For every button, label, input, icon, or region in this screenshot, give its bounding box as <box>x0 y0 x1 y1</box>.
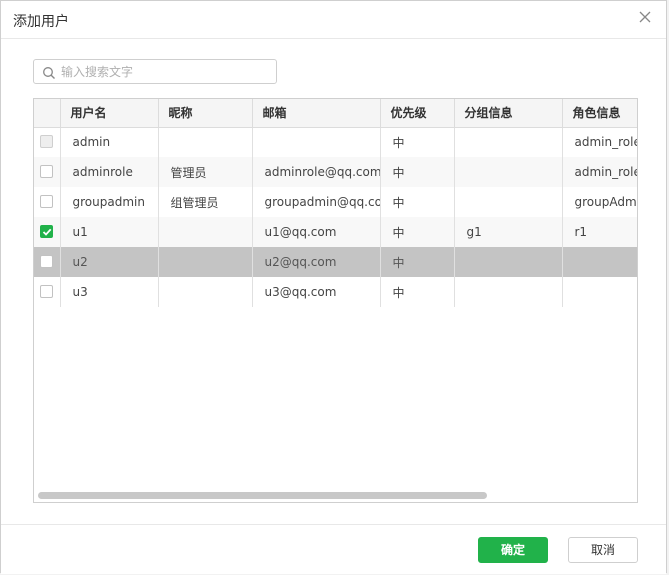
cell-email: adminrole@qq.com <box>252 157 381 187</box>
cell-email: u1@qq.com <box>252 217 381 247</box>
search-box <box>33 59 277 84</box>
cell-priority: 中 <box>380 157 455 187</box>
cell-group <box>454 187 563 217</box>
confirm-button[interactable]: 确定 <box>478 537 548 563</box>
cell-priority: 中 <box>380 277 455 307</box>
row-checkbox-checked[interactable] <box>40 225 54 238</box>
cancel-button[interactable]: 取消 <box>568 537 638 563</box>
column-header-nickname[interactable]: 昵称 <box>158 99 253 128</box>
search-icon <box>42 65 56 79</box>
cell-role <box>562 247 637 277</box>
search-input[interactable] <box>61 62 266 81</box>
table-row-highlighted[interactable]: u2 u2@qq.com 中 <box>34 247 637 277</box>
cell-username: u2 <box>60 247 159 277</box>
table-row[interactable]: admin 中 admin_role <box>34 127 637 157</box>
cell-email <box>252 127 381 157</box>
table-row[interactable]: adminrole 管理员 adminrole@qq.com 中 admin_r… <box>34 157 637 187</box>
cell-username: adminrole <box>60 157 159 187</box>
column-header-group[interactable]: 分组信息 <box>454 99 563 128</box>
row-checkbox[interactable] <box>40 195 54 208</box>
dialog-title: 添加用户 <box>13 14 69 30</box>
cell-priority: 中 <box>380 247 455 277</box>
user-table: 用户名 昵称 邮箱 优先级 分组信息 角色信息 admin 中 admin_ro… <box>33 98 638 503</box>
row-checkbox <box>40 135 54 149</box>
table-header-row: 用户名 昵称 邮箱 优先级 分组信息 角色信息 <box>34 99 637 128</box>
cell-role: admin_role <box>562 157 637 187</box>
cell-username: u3 <box>60 277 159 307</box>
cell-group <box>454 247 563 277</box>
cell-nickname <box>158 277 253 307</box>
row-checkbox[interactable] <box>40 285 54 298</box>
cell-username: u1 <box>60 217 159 247</box>
column-header-priority[interactable]: 优先级 <box>380 99 455 128</box>
row-checkbox[interactable] <box>40 255 54 268</box>
cell-nickname <box>158 247 253 277</box>
cell-role: r1 <box>562 217 637 247</box>
cell-nickname <box>158 127 253 157</box>
dialog-footer: 确定 取消 <box>1 524 666 574</box>
cell-role: groupAdmin_ <box>562 187 637 217</box>
table-row[interactable]: u3 u3@qq.com 中 <box>34 277 637 307</box>
dialog-header: 添加用户 <box>1 1 666 39</box>
row-checkbox[interactable] <box>40 165 54 178</box>
cell-priority: 中 <box>380 187 455 217</box>
cell-role: admin_role <box>562 127 637 157</box>
cell-group <box>454 127 563 157</box>
cell-nickname: 管理员 <box>158 157 253 187</box>
header-checkbox-cell <box>34 99 61 128</box>
cell-role <box>562 277 637 307</box>
cell-username: groupadmin <box>60 187 159 217</box>
close-icon[interactable] <box>638 10 654 26</box>
column-header-role[interactable]: 角色信息 <box>562 99 637 128</box>
table-row[interactable]: groupadmin 组管理员 groupadmin@qq.com 中 grou… <box>34 187 637 217</box>
cell-email: u2@qq.com <box>252 247 381 277</box>
cell-group <box>454 277 563 307</box>
cell-group <box>454 157 563 187</box>
cell-email: u3@qq.com <box>252 277 381 307</box>
cell-nickname: 组管理员 <box>158 187 253 217</box>
table-row[interactable]: u1 u1@qq.com 中 g1 r1 <box>34 217 637 247</box>
column-header-email[interactable]: 邮箱 <box>252 99 381 128</box>
cell-group: g1 <box>454 217 563 247</box>
cell-priority: 中 <box>380 127 455 157</box>
cell-nickname <box>158 217 253 247</box>
cell-username: admin <box>60 127 159 157</box>
cell-email: groupadmin@qq.com <box>252 187 381 217</box>
cell-priority: 中 <box>380 217 455 247</box>
horizontal-scrollbar[interactable] <box>38 492 487 499</box>
column-header-username[interactable]: 用户名 <box>60 99 159 128</box>
add-user-dialog: 添加用户 用户名 昵称 邮箱 优先级 分组信息 角色信息 <box>0 0 667 574</box>
